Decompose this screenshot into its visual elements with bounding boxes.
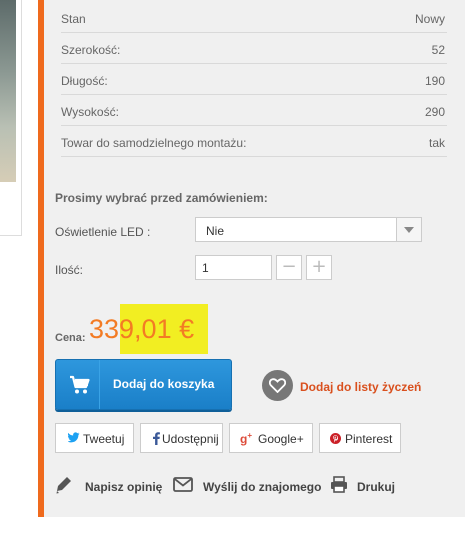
send-to-friend-link[interactable]: Wyślij do znajomego — [173, 475, 321, 497]
spec-row-assembly: Towar do samodzielnego montażu: tak — [61, 126, 447, 157]
spec-label: Długość: — [61, 74, 108, 88]
pinterest-label: Pinterest — [345, 432, 393, 446]
tweet-button[interactable]: Tweetuj — [55, 423, 134, 453]
add-to-cart-label: Dodaj do koszyka — [113, 377, 215, 391]
write-review-label: Napisz opinię — [85, 480, 163, 494]
share-facebook-button[interactable]: Udostępnij — [140, 423, 223, 453]
spec-row-width: Szerokość: 52 — [61, 33, 447, 64]
product-details-panel: Stan Nowy Szerokość: 52 Długość: 190 Wys… — [44, 0, 465, 517]
add-to-cart-button[interactable]: Dodaj do koszyka — [55, 359, 232, 410]
spec-row-condition: Stan Nowy — [61, 2, 447, 33]
spec-row-length: Długość: 190 — [61, 64, 447, 95]
spec-label: Wysokość: — [61, 105, 119, 119]
spec-value: 190 — [424, 74, 445, 88]
spec-label: Towar do samodzielnego montażu: — [61, 136, 247, 150]
facebook-share-label: Udostępnij — [162, 432, 219, 446]
product-photo — [0, 0, 16, 182]
facebook-icon — [153, 432, 160, 445]
quantity-input[interactable]: 1 — [195, 255, 272, 280]
pencil-icon — [56, 477, 71, 494]
add-to-wishlist-link[interactable]: Dodaj do listy życzeń — [300, 380, 421, 394]
quantity-increase-button[interactable]: + — [306, 255, 332, 280]
pinterest-icon — [330, 433, 341, 444]
print-label: Drukuj — [357, 480, 396, 494]
send-to-friend-label: Wyślij do znajomego — [203, 480, 322, 494]
chevron-down-icon[interactable] — [396, 218, 421, 241]
spec-value: 290 — [424, 105, 445, 119]
print-link[interactable]: Drukuj — [330, 475, 396, 497]
google-plus-label: Google+ — [258, 432, 304, 446]
spec-label: Stan — [61, 12, 86, 26]
twitter-icon — [68, 432, 80, 443]
product-image-thumbnail[interactable] — [0, 0, 22, 236]
spec-value: Nowy — [414, 12, 445, 26]
google-plus-button[interactable]: g+ Google+ — [229, 423, 313, 453]
spec-label: Szerokość: — [61, 43, 121, 57]
tweet-label: Tweetuj — [83, 432, 125, 446]
led-select-value: Nie — [206, 224, 225, 238]
write-review-link[interactable]: Napisz opinię — [55, 475, 162, 497]
heart-icon[interactable] — [262, 370, 293, 401]
printer-icon — [331, 476, 347, 493]
spec-row-height: Wysokość: 290 — [61, 95, 447, 126]
spec-value: tak — [428, 136, 445, 150]
led-select[interactable]: Nie — [195, 217, 422, 242]
pinterest-button[interactable]: Pinterest — [319, 423, 401, 453]
cart-icon — [70, 375, 90, 394]
options-title: Prosimy wybrać przed zamówieniem: — [55, 191, 268, 205]
quantity-label: Ilość: — [55, 263, 84, 277]
button-divider — [99, 360, 100, 409]
google-plus-icon: g+ — [240, 431, 253, 446]
price-label: Cena: — [55, 332, 86, 344]
spec-value: 52 — [431, 43, 445, 57]
price-value: 339,01 € — [89, 314, 195, 344]
envelope-icon — [173, 477, 193, 492]
led-label: Oświetlenie LED : — [55, 225, 151, 239]
quantity-decrease-button[interactable]: − — [276, 255, 302, 280]
